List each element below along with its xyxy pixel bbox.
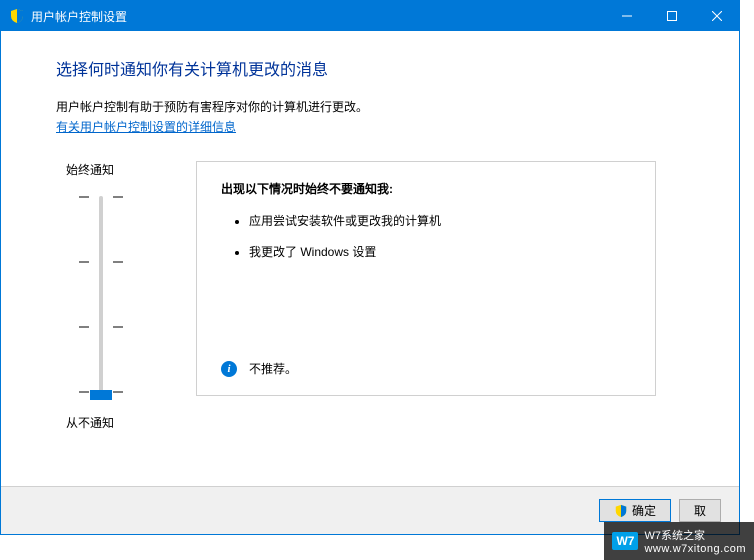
watermark-text-group: W7系统之家 www.w7xitong.com — [644, 527, 746, 555]
maximize-button[interactable] — [649, 1, 694, 31]
shield-icon — [614, 504, 628, 518]
info-box-title: 出现以下情况时始终不要通知我: — [221, 180, 631, 197]
main-area: 始终通知 从不通知 出现以下情况时始终不要通知我: — [56, 161, 684, 431]
ok-button-label: 确定 — [632, 502, 656, 519]
content-area: 选择何时通知你有关计算机更改的消息 用户帐户控制有助于预防有害程序对你的计算机进… — [1, 31, 739, 431]
notification-slider[interactable] — [71, 186, 131, 406]
slider-tick — [113, 261, 123, 263]
cancel-button-label: 取 — [694, 502, 706, 519]
slider-bottom-label: 从不通知 — [66, 414, 114, 431]
help-link[interactable]: 有关用户帐户控制设置的详细信息 — [56, 118, 236, 135]
ok-button[interactable]: 确定 — [599, 499, 671, 522]
slider-track — [99, 196, 103, 396]
close-button[interactable] — [694, 1, 739, 31]
window-controls — [604, 1, 739, 31]
watermark-text: W7系统之家 — [644, 527, 746, 543]
watermark-url: www.w7xitong.com — [644, 543, 746, 555]
notification-info-box: 出现以下情况时始终不要通知我: 应用尝试安装软件或更改我的计算机 我更改了 Wi… — [196, 161, 656, 396]
slider-tick — [79, 391, 89, 393]
slider-tick — [79, 261, 89, 263]
watermark: W7 W7系统之家 www.w7xitong.com — [604, 522, 754, 560]
recommendation-row: i 不推荐。 — [221, 360, 297, 377]
slider-thumb[interactable] — [90, 390, 112, 400]
info-list: 应用尝试安装软件或更改我的计算机 我更改了 Windows 设置 — [221, 213, 631, 261]
slider-tick — [113, 196, 123, 198]
slider-tick — [79, 196, 89, 198]
page-heading: 选择何时通知你有关计算机更改的消息 — [56, 56, 684, 80]
watermark-badge: W7 — [612, 532, 638, 550]
window-title: 用户帐户控制设置 — [31, 8, 604, 25]
info-list-item: 我更改了 Windows 设置 — [249, 244, 631, 261]
slider-tick — [79, 326, 89, 328]
cancel-button[interactable]: 取 — [679, 499, 721, 522]
minimize-button[interactable] — [604, 1, 649, 31]
slider-top-label: 始终通知 — [66, 161, 114, 178]
titlebar[interactable]: 用户帐户控制设置 — [1, 1, 739, 31]
shield-icon — [9, 8, 25, 24]
recommendation-text: 不推荐。 — [249, 360, 297, 377]
slider-tick — [113, 326, 123, 328]
description-text: 用户帐户控制有助于预防有害程序对你的计算机进行更改。 — [56, 98, 684, 116]
info-icon: i — [221, 361, 237, 377]
info-list-item: 应用尝试安装软件或更改我的计算机 — [249, 213, 631, 230]
slider-tick — [113, 391, 123, 393]
notification-slider-area: 始终通知 从不通知 — [56, 161, 146, 431]
uac-settings-window: 用户帐户控制设置 选择何时通知你有关计算机更改的消息 用户帐户控制有助于预防有害… — [0, 0, 740, 535]
